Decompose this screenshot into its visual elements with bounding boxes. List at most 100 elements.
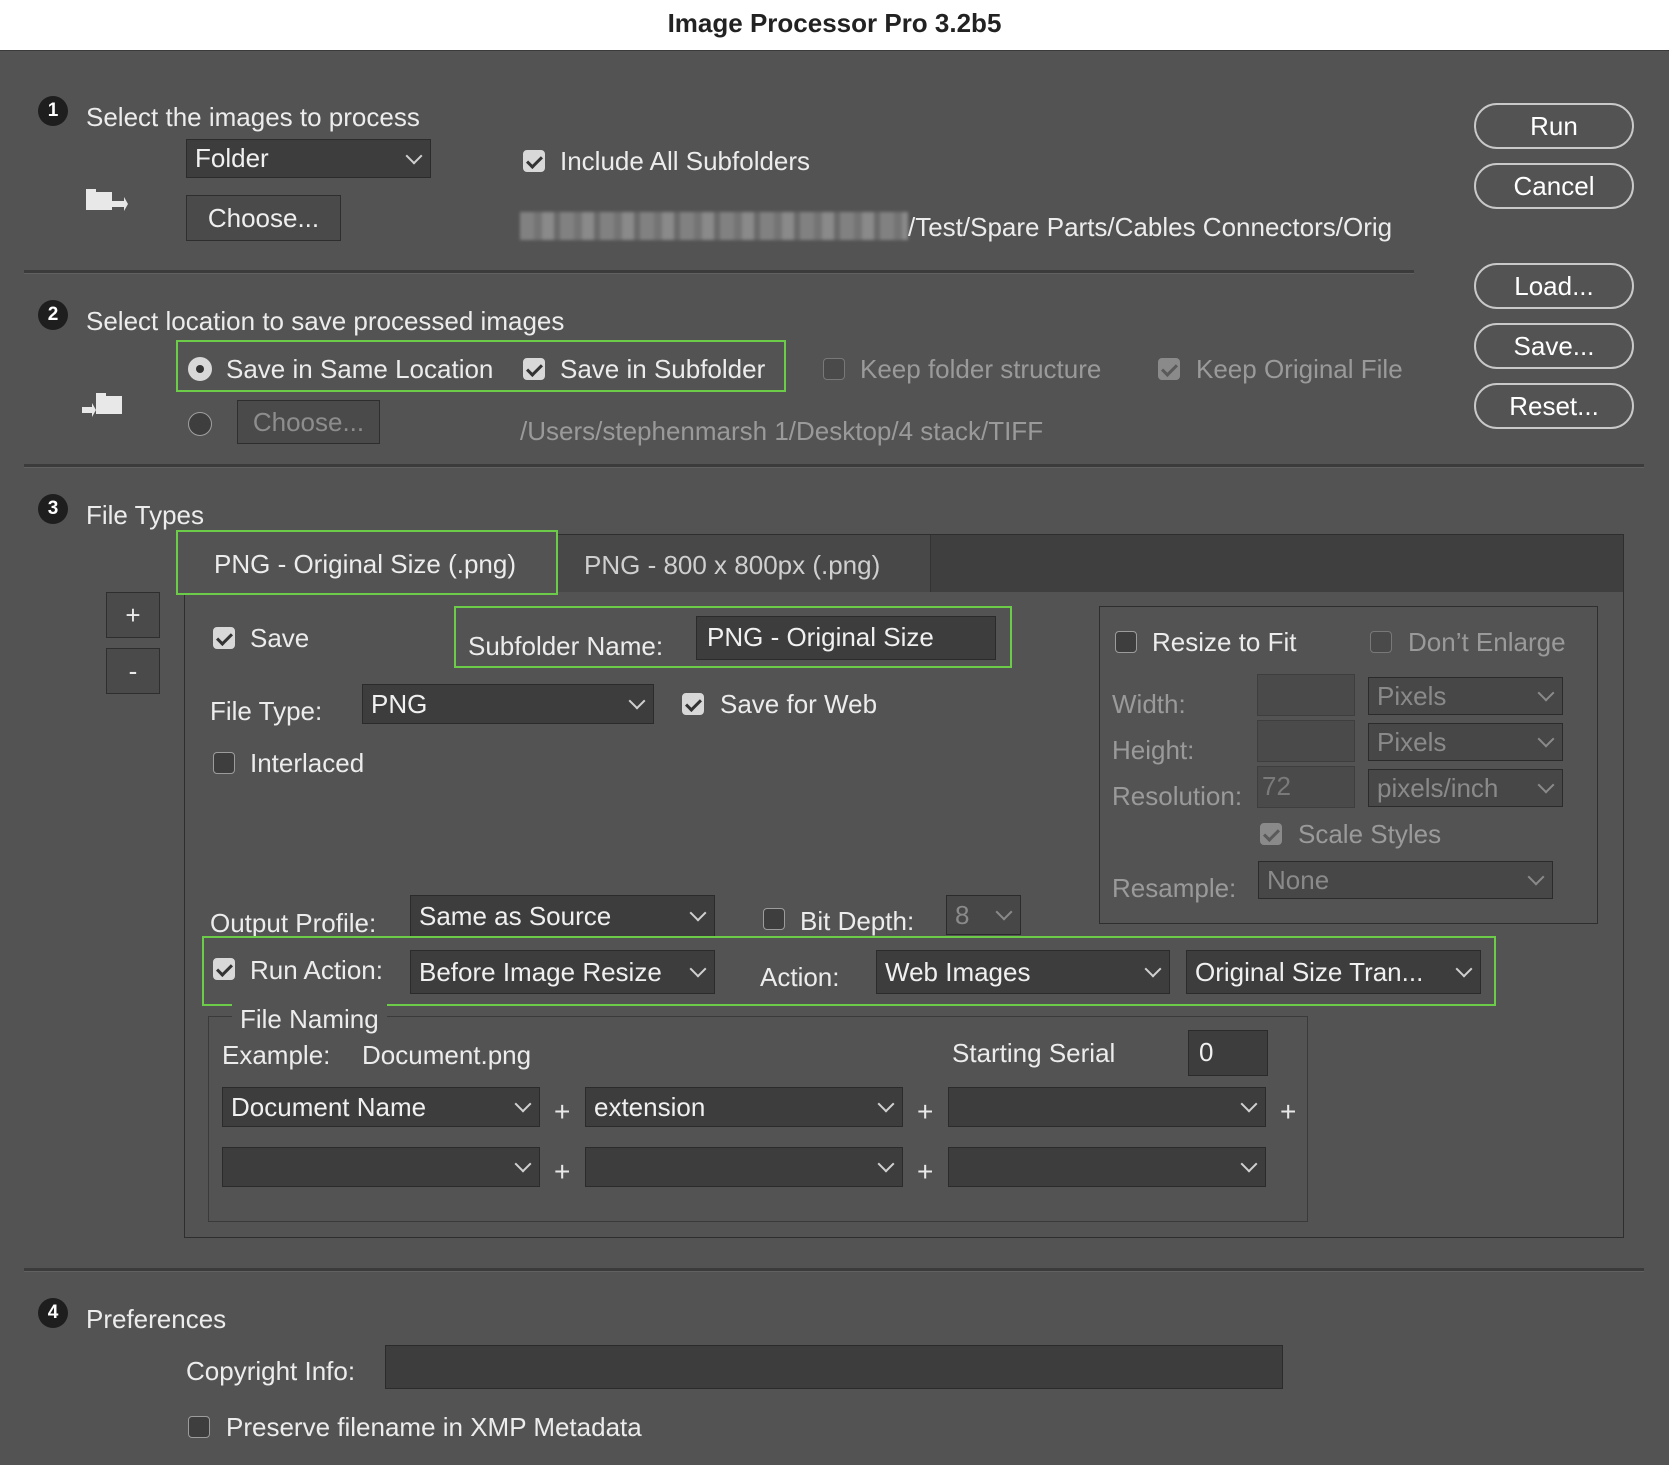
section-2-heading: Select location to save processed images <box>86 306 565 336</box>
bit-depth-value: 8 <box>955 900 970 930</box>
interlaced-label: Interlaced <box>250 748 365 778</box>
action-set-select[interactable]: Web Images <box>876 950 1170 994</box>
add-file-type-button[interactable]: + <box>106 592 160 638</box>
resolution-unit-select[interactable]: pixels/inch <box>1368 769 1563 807</box>
action-name-value: Original Size Tran... <box>1195 957 1424 987</box>
reset-button[interactable]: Reset... <box>1474 383 1634 429</box>
chevron-down-icon <box>628 692 646 710</box>
output-profile-label: Output Profile: <box>210 908 377 938</box>
window-title: Image Processor Pro 3.2b5 <box>667 8 1002 38</box>
naming-field-6[interactable] <box>948 1147 1266 1187</box>
output-profile-select[interactable]: Same as Source <box>410 895 715 937</box>
choose-destination-button[interactable]: Choose... <box>237 400 380 444</box>
subfolder-name-input[interactable]: PNG - Original Size <box>696 616 996 660</box>
chevron-down-icon <box>1144 960 1162 978</box>
resample-label: Resample: <box>1112 873 1237 903</box>
save-other-location-radio[interactable] <box>188 412 212 436</box>
chevron-down-icon <box>1537 776 1555 794</box>
include-subfolders-label: Include All Subfolders <box>560 146 811 176</box>
save-same-location-label: Save in Same Location <box>226 354 494 384</box>
chevron-down-icon <box>1537 730 1555 748</box>
section-divider <box>24 270 1414 274</box>
height-unit-select[interactable]: Pixels <box>1368 723 1563 761</box>
naming-field-5[interactable] <box>585 1147 903 1187</box>
section-1-heading: Select the images to process <box>86 102 420 132</box>
file-type-label: File Type: <box>210 696 323 726</box>
chevron-down-icon <box>1240 1095 1258 1113</box>
height-input[interactable] <box>1257 720 1355 762</box>
resolution-input[interactable]: 72 <box>1257 766 1355 808</box>
subfolder-name-label: Subfolder Name: <box>468 631 664 661</box>
bit-depth-select[interactable]: 8 <box>946 895 1021 935</box>
run-button[interactable]: Run <box>1474 103 1634 149</box>
chevron-down-icon <box>995 903 1013 921</box>
dont-enlarge-label: Don’t Enlarge <box>1408 627 1566 657</box>
scale-styles-label: Scale Styles <box>1298 819 1442 849</box>
save-label: Save <box>250 623 310 653</box>
naming-field-1-value: Document Name <box>231 1092 427 1122</box>
section-3-heading: File Types <box>86 500 205 530</box>
width-unit-select[interactable]: Pixels <box>1368 677 1563 715</box>
folder-source-icon <box>86 189 128 211</box>
keep-original-file-checkbox[interactable] <box>1158 358 1180 380</box>
plus-separator: + <box>917 1156 934 1187</box>
plus-separator: + <box>917 1096 934 1127</box>
naming-field-2[interactable]: extension <box>585 1087 903 1127</box>
file-type-value: PNG <box>371 689 428 719</box>
width-input[interactable] <box>1257 674 1355 716</box>
run-action-timing-select[interactable]: Before Image Resize <box>410 950 715 994</box>
keep-folder-structure-checkbox[interactable] <box>823 358 845 380</box>
height-label: Height: <box>1112 735 1195 765</box>
copyright-input[interactable] <box>385 1345 1283 1389</box>
cancel-button[interactable]: Cancel <box>1474 163 1634 209</box>
tab-png-original[interactable]: PNG - Original Size (.png) <box>176 530 558 595</box>
resize-to-fit-checkbox[interactable] <box>1115 631 1137 653</box>
resample-value: None <box>1267 865 1330 895</box>
source-path: /Test/Spare Parts/Cables Connectors/Orig <box>908 212 1393 242</box>
chevron-down-icon <box>1240 1155 1258 1173</box>
output-profile-value: Same as Source <box>419 901 612 931</box>
run-action-checkbox[interactable] <box>213 958 235 980</box>
plus-separator: + <box>554 1156 571 1187</box>
action-label: Action: <box>760 962 840 992</box>
preserve-filename-checkbox[interactable] <box>188 1416 210 1438</box>
naming-field-1[interactable]: Document Name <box>222 1087 540 1127</box>
save-in-subfolder-checkbox[interactable] <box>523 358 545 380</box>
plus-separator: + <box>554 1096 571 1127</box>
example-label: Example: <box>222 1040 331 1070</box>
file-type-select[interactable]: PNG <box>362 684 654 724</box>
save-for-web-checkbox[interactable] <box>682 693 704 715</box>
resolution-label: Resolution: <box>1112 781 1243 811</box>
save-in-subfolder-label: Save in Subfolder <box>560 354 766 384</box>
naming-field-3[interactable] <box>948 1087 1266 1127</box>
dialog-window: Image Processor Pro 3.2b5 Run Cancel Loa… <box>0 0 1669 1465</box>
source-type-select[interactable]: Folder <box>186 139 431 178</box>
tab-png-800[interactable]: PNG - 800 x 800px (.png) <box>558 535 931 592</box>
bit-depth-checkbox[interactable] <box>763 908 785 930</box>
dont-enlarge-checkbox[interactable] <box>1370 631 1392 653</box>
remove-file-type-button[interactable]: - <box>106 648 160 694</box>
save-settings-button[interactable]: Save... <box>1474 323 1634 369</box>
action-name-select[interactable]: Original Size Tran... <box>1186 950 1481 994</box>
bit-depth-label: Bit Depth: <box>800 906 915 936</box>
interlaced-checkbox[interactable] <box>213 752 235 774</box>
save-same-location-radio[interactable] <box>188 357 212 381</box>
preserve-filename-label: Preserve filename in XMP Metadata <box>226 1412 642 1442</box>
include-subfolders-checkbox[interactable] <box>523 150 545 172</box>
redacted-path-prefix <box>520 212 908 240</box>
chevron-down-icon <box>1527 868 1545 886</box>
save-for-web-label: Save for Web <box>720 689 878 719</box>
example-value: Document.png <box>362 1040 532 1070</box>
choose-source-button[interactable]: Choose... <box>186 195 341 241</box>
naming-field-4[interactable] <box>222 1147 540 1187</box>
tab-png-800-label: PNG - 800 x 800px (.png) <box>584 550 881 580</box>
save-checkbox[interactable] <box>213 627 235 649</box>
starting-serial-input[interactable]: 0 <box>1188 1030 1268 1076</box>
scale-styles-checkbox[interactable] <box>1260 823 1282 845</box>
resample-select[interactable]: None <box>1258 861 1553 899</box>
starting-serial-label: Starting Serial <box>952 1038 1116 1068</box>
chevron-down-icon <box>514 1155 532 1173</box>
chevron-down-icon <box>877 1155 895 1173</box>
load-button[interactable]: Load... <box>1474 263 1634 309</box>
tab-png-original-label: PNG - Original Size (.png) <box>214 549 516 579</box>
